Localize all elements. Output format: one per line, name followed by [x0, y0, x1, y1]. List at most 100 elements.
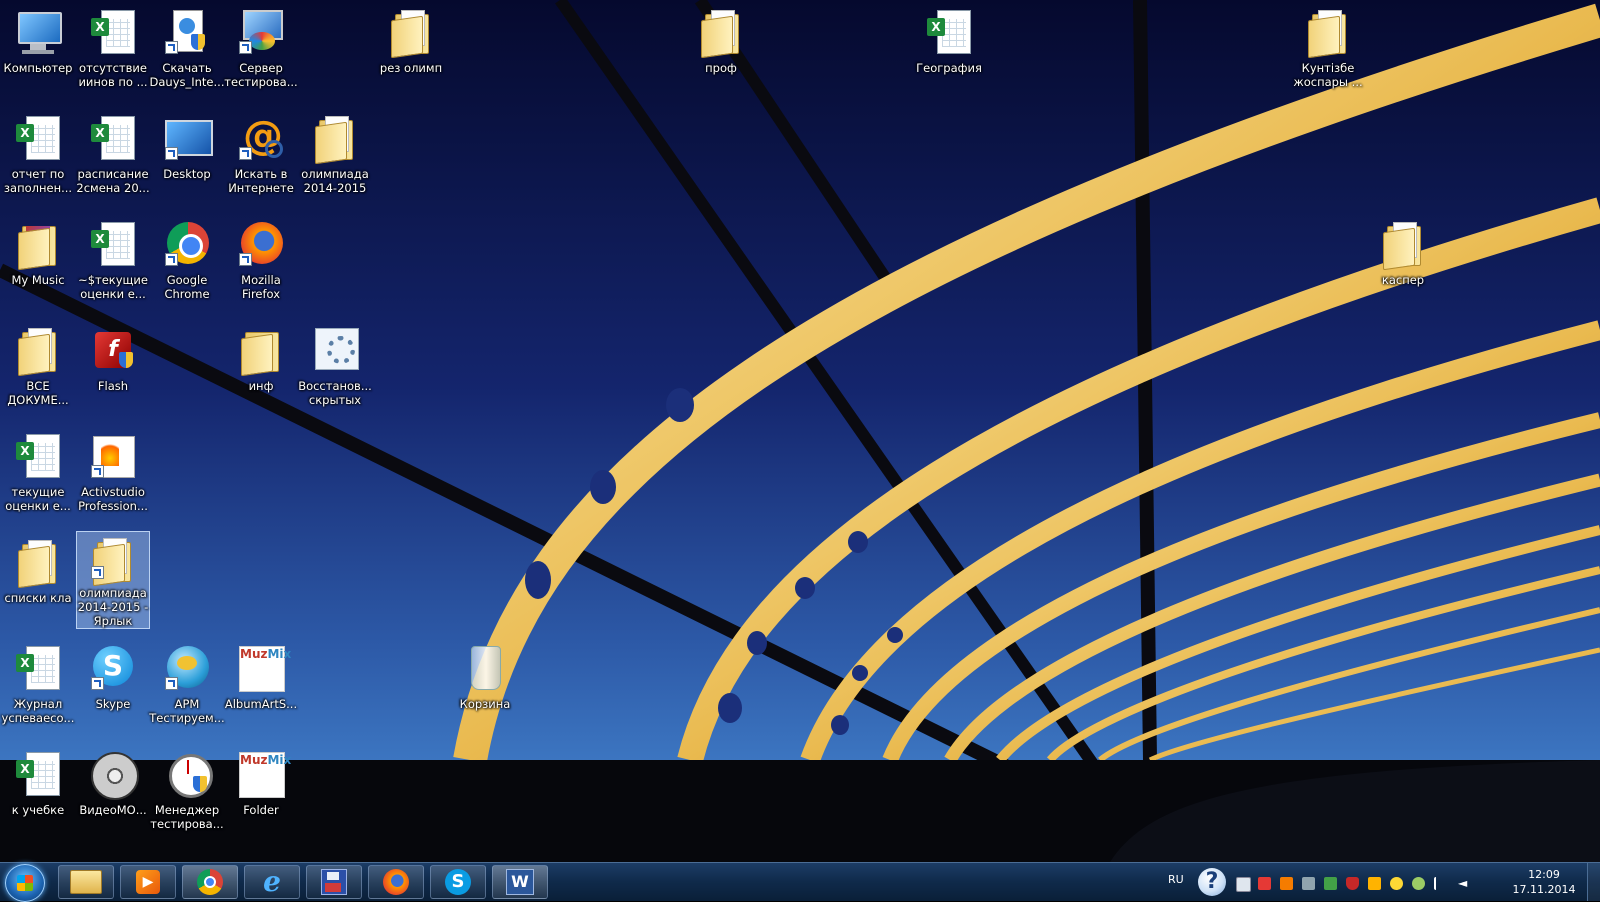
- desktop-icon-arm-testing[interactable]: АРМ Тестируем...: [149, 640, 225, 740]
- desktop-icon-mozilla-firefox[interactable]: Mozilla Firefox: [224, 216, 298, 316]
- folder-icon: [14, 326, 62, 377]
- clock-date: 17.11.2014: [1512, 883, 1576, 896]
- folder-icon: [14, 220, 62, 271]
- installer-icon: [163, 8, 211, 56]
- icon-label: Компьютер: [3, 61, 73, 75]
- desktop-icon-schedule-xls[interactable]: X расписание 2смена 20...: [76, 110, 150, 210]
- chrome-icon: [163, 220, 211, 268]
- desktop-icon-my-music[interactable]: My Music: [1, 216, 75, 316]
- film-reel-icon: [89, 750, 139, 800]
- desktop-icon-absence-xls[interactable]: X отсутствие иинов по ...: [76, 4, 150, 104]
- taskbar-firefox-button[interactable]: [368, 865, 424, 899]
- desktop-icon-class-lists[interactable]: списки кла: [1, 534, 75, 634]
- desktop-icon-kasper[interactable]: каспер: [1366, 216, 1440, 316]
- taskbar-explorer-button[interactable]: [58, 865, 114, 899]
- muzmix-icon: MuzMix: [237, 644, 291, 692]
- folder-icon: [89, 536, 137, 587]
- activstudio-icon: [89, 432, 137, 480]
- firefox-icon: [383, 869, 409, 895]
- show-desktop-button[interactable]: [1587, 863, 1600, 901]
- usb-device-icon[interactable]: [1324, 877, 1337, 890]
- sync-icon[interactable]: [1280, 877, 1293, 890]
- action-center-icon[interactable]: [1236, 877, 1251, 892]
- icon-label: География: [916, 61, 982, 75]
- update-icon[interactable]: [1368, 877, 1381, 890]
- icon-label: олимпиада 2014-2015: [301, 167, 369, 195]
- start-button[interactable]: [5, 864, 45, 902]
- flag-icon[interactable]: [1434, 877, 1449, 890]
- taskbar-word-button[interactable]: W: [492, 865, 548, 899]
- security-shield-icon[interactable]: [1346, 877, 1359, 890]
- language-indicator[interactable]: RU: [1168, 873, 1184, 886]
- desktop-icon-google-chrome[interactable]: Google Chrome: [150, 216, 224, 316]
- desktop-icon-prof[interactable]: проф: [684, 4, 758, 104]
- excel-file-icon: X: [14, 750, 62, 798]
- desktop-icon-skype[interactable]: S Skype: [76, 640, 150, 740]
- flash-icon: f: [89, 326, 137, 374]
- icon-label: АРМ Тестируем...: [149, 697, 225, 725]
- desktop-icon-journal[interactable]: X Журнал успеваесо...: [1, 640, 75, 740]
- desktop-icon-videomontage[interactable]: ВидеоМО...: [76, 746, 150, 846]
- icon-label: инф: [248, 379, 274, 393]
- mail-icon[interactable]: [1302, 877, 1315, 890]
- desktop-icon-desktop-folder[interactable]: Desktop: [150, 110, 224, 210]
- excel-file-icon: X: [89, 220, 137, 268]
- globe-icon: [163, 644, 211, 692]
- desktop-icon-recycle-bin[interactable]: Корзина: [448, 640, 522, 740]
- excel-file-icon: X: [14, 644, 62, 692]
- desktop-icon-flash[interactable]: f Flash: [76, 322, 150, 422]
- taskbar-media-player-button[interactable]: ▶: [120, 865, 176, 899]
- desktop-icon-current-grades[interactable]: X текущие оценки е...: [1, 428, 75, 528]
- gear-icon: [311, 326, 359, 374]
- icon-label: ~$текущие оценки е...: [78, 273, 148, 301]
- volume-icon[interactable]: ◄: [1458, 877, 1471, 890]
- icon-label: AlbumArtS...: [224, 697, 298, 711]
- icon-label: Flash: [97, 379, 129, 393]
- taskbar-skype-button[interactable]: S: [430, 865, 486, 899]
- folder-icon: [237, 326, 285, 377]
- error-x-icon[interactable]: [1258, 877, 1271, 890]
- desktop-icon-kuntizbe[interactable]: Кунтізбе жоспары ...: [1291, 4, 1365, 104]
- desktop-icon-inf[interactable]: инф: [224, 322, 298, 422]
- desktop-icon-temp-grades[interactable]: X ~$текущие оценки е...: [76, 216, 150, 316]
- desktop-icon-folder[interactable]: MuzMix Folder: [224, 746, 298, 846]
- system-clock[interactable]: 12:09 17.11.2014: [1505, 867, 1583, 897]
- help-icon[interactable]: ?: [1198, 868, 1226, 896]
- desktop-icon-internet-search[interactable]: @ Искать в Интернете: [224, 110, 298, 210]
- desktop-icon-activstudio[interactable]: Activstudio Profession...: [76, 428, 150, 528]
- folder-icon: [387, 8, 435, 59]
- taskbar-chrome-button[interactable]: [182, 865, 238, 899]
- desktop-icon-olympiad-folder[interactable]: олимпиада 2014-2015: [298, 110, 372, 210]
- app-tray-icon[interactable]: [1412, 877, 1425, 890]
- desktop-icon-all-docs[interactable]: ВСЕ ДОКУМЕ...: [1, 322, 75, 422]
- messenger-icon[interactable]: [1390, 877, 1403, 890]
- icon-label: олимпиада 2014-2015 - Ярлык: [77, 586, 149, 628]
- icon-label: Google Chrome: [164, 273, 210, 301]
- desktop-icon-restore-hidden[interactable]: Восстанов... скрытых: [298, 322, 372, 422]
- icon-label: каспер: [1381, 273, 1425, 287]
- desktop-icon-computer[interactable]: Компьютер: [1, 4, 75, 104]
- desktop-icon-rez-olymp[interactable]: рез олимп: [374, 4, 448, 104]
- icon-label: Менеджер тестирова...: [150, 803, 224, 831]
- icon-label: Folder: [243, 803, 279, 817]
- desktop-icon-albumarts[interactable]: MuzMix AlbumArtS...: [224, 640, 298, 740]
- word-icon: W: [506, 869, 534, 895]
- desktop-icon-download-dauys[interactable]: Скачать Dauys_Inte...: [150, 4, 224, 104]
- desktop-icon-report-xls[interactable]: X отчет по заполнен...: [1, 110, 75, 210]
- icon-label: Восстанов... скрытых: [298, 379, 372, 407]
- desktop-icon-test-server[interactable]: Сервер тестирова...: [224, 4, 298, 104]
- computer-icon: [14, 8, 62, 56]
- folder-icon: [697, 8, 745, 59]
- icon-label: отсутствие иинов по ...: [78, 61, 148, 89]
- icon-label: Activstudio Profession...: [78, 485, 148, 513]
- taskbar-ie-button[interactable]: e: [244, 865, 300, 899]
- windows-logo-icon: [17, 875, 33, 891]
- desktop-icon-olympiad-shortcut[interactable]: олимпиада 2014-2015 - Ярлык: [76, 531, 150, 629]
- desktop-icon-k-uchebke[interactable]: X к учебке: [1, 746, 75, 846]
- taskbar-installer-button[interactable]: [306, 865, 362, 899]
- media-player-icon: ▶: [136, 870, 160, 894]
- desktop-icon-test-manager[interactable]: Менеджер тестирова...: [150, 746, 224, 846]
- desktop-icon-geography[interactable]: X География: [912, 4, 986, 104]
- recycle-bin-icon: [461, 644, 509, 692]
- icon-label: Скачать Dauys_Inte...: [149, 61, 225, 89]
